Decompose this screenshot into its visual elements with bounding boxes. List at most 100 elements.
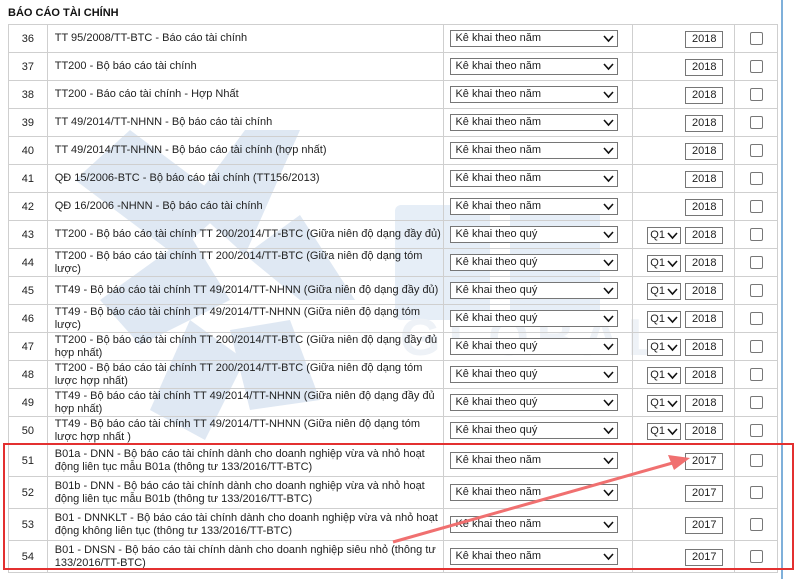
- row-number: 48: [8, 360, 48, 389]
- year-input[interactable]: 2017: [685, 452, 724, 470]
- period-type-select[interactable]: Kê khai theo năm: [450, 114, 619, 131]
- row-number: 53: [8, 508, 48, 541]
- report-name: B01 - DNNKLT - Bộ báo cáo tài chính dành…: [46, 508, 445, 541]
- row-number: 45: [8, 276, 48, 305]
- period-type-select[interactable]: Kê khai theo quý: [450, 226, 619, 243]
- row-number: 47: [8, 332, 48, 361]
- period-type-select[interactable]: Kê khai theo quý: [450, 422, 619, 439]
- year-input[interactable]: 2018: [685, 198, 724, 216]
- quarter-select[interactable]: Q1: [647, 310, 682, 328]
- select-checkbox[interactable]: [749, 116, 763, 129]
- table-row: 37 TT200 - Bộ báo cáo tài chính Kê khai …: [8, 52, 778, 81]
- period-type-value: Kê khai theo năm: [455, 88, 542, 100]
- report-name: TT49 - Bộ báo cáo tài chính TT 49/2014/T…: [46, 276, 445, 305]
- year-input[interactable]: 2018: [685, 114, 724, 132]
- year-input[interactable]: 2017: [685, 516, 724, 534]
- year-input[interactable]: 2018: [685, 170, 724, 188]
- year-input[interactable]: 2017: [685, 548, 724, 566]
- select-checkbox[interactable]: [749, 284, 763, 297]
- quarter-select[interactable]: Q1: [647, 422, 682, 440]
- select-checkbox[interactable]: [749, 396, 763, 409]
- period-type-select[interactable]: Kê khai theo quý: [450, 310, 619, 327]
- year-input[interactable]: 2017: [685, 484, 724, 502]
- select-checkbox[interactable]: [749, 454, 763, 467]
- period-type-value: Kê khai theo năm: [455, 550, 542, 562]
- select-checkbox[interactable]: [749, 228, 763, 241]
- chevron-down-icon: [667, 315, 678, 323]
- year-input[interactable]: 2018: [685, 142, 724, 160]
- chevron-down-icon: [667, 343, 678, 351]
- quarter-value: Q1: [650, 368, 665, 381]
- year-input[interactable]: 2018: [685, 282, 724, 300]
- period-type-select[interactable]: Kê khai theo quý: [450, 338, 619, 355]
- quarter-select[interactable]: Q1: [647, 282, 682, 300]
- period-type-select[interactable]: Kê khai theo quý: [450, 254, 619, 271]
- select-checkbox[interactable]: [749, 518, 763, 531]
- period-type-select[interactable]: Kê khai theo năm: [450, 516, 619, 533]
- chevron-down-icon: [667, 231, 678, 239]
- period-type-select[interactable]: Kê khai theo năm: [450, 86, 619, 103]
- year-input[interactable]: 2018: [685, 366, 724, 384]
- year-input[interactable]: 2018: [685, 254, 724, 272]
- select-checkbox[interactable]: [749, 60, 763, 73]
- table-row: 39 TT 49/2014/TT-NHNN - Bộ báo cáo tài c…: [8, 108, 778, 137]
- select-checkbox[interactable]: [749, 200, 763, 213]
- period-type-select[interactable]: Kê khai theo năm: [450, 484, 619, 501]
- section-title: BÁO CÁO TÀI CHÍNH: [8, 7, 119, 19]
- table-row: 50 TT49 - Bộ báo cáo tài chính TT 49/201…: [8, 416, 778, 445]
- report-name: TT49 - Bộ báo cáo tài chính TT 49/2014/T…: [46, 388, 445, 417]
- period-type-select[interactable]: Kê khai theo quý: [450, 282, 619, 299]
- quarter-select[interactable]: Q1: [647, 338, 682, 356]
- chevron-down-icon: [603, 399, 615, 407]
- select-checkbox[interactable]: [749, 486, 763, 499]
- chevron-down-icon: [603, 287, 615, 295]
- chevron-down-icon: [667, 427, 678, 435]
- period-type-select[interactable]: Kê khai theo quý: [450, 366, 619, 383]
- report-table: 36 TT 95/2008/TT-BTC - Báo cáo tài chính…: [8, 24, 778, 573]
- year-input[interactable]: 2018: [685, 226, 724, 244]
- select-checkbox[interactable]: [749, 340, 763, 353]
- select-checkbox[interactable]: [749, 88, 763, 101]
- period-type-select[interactable]: Kê khai theo quý: [450, 394, 619, 411]
- period-type-select[interactable]: Kê khai theo năm: [450, 198, 619, 215]
- period-type-select[interactable]: Kê khai theo năm: [450, 58, 619, 75]
- report-name: TT49 - Bộ báo cáo tài chính TT 49/2014/T…: [46, 304, 445, 333]
- year-input[interactable]: 2018: [685, 86, 724, 104]
- quarter-select[interactable]: Q1: [647, 394, 682, 412]
- select-checkbox[interactable]: [749, 32, 763, 45]
- chevron-down-icon: [603, 63, 615, 71]
- period-type-value: Kê khai theo quý: [455, 340, 538, 352]
- year-input[interactable]: 2018: [685, 58, 724, 76]
- table-row: 47 TT200 - Bộ báo cáo tài chính TT 200/2…: [8, 332, 778, 361]
- select-checkbox[interactable]: [749, 144, 763, 157]
- panel-border: [781, 0, 783, 579]
- quarter-select[interactable]: Q1: [647, 226, 682, 244]
- select-checkbox[interactable]: [749, 312, 763, 325]
- year-input[interactable]: 2018: [685, 338, 724, 356]
- select-checkbox[interactable]: [749, 424, 763, 437]
- period-type-select[interactable]: Kê khai theo năm: [450, 548, 619, 565]
- period-type-select[interactable]: Kê khai theo năm: [450, 452, 619, 469]
- select-checkbox[interactable]: [749, 172, 763, 185]
- period-type-select[interactable]: Kê khai theo năm: [450, 30, 619, 47]
- table-row: 46 TT49 - Bộ báo cáo tài chính TT 49/201…: [8, 304, 778, 333]
- chevron-down-icon: [667, 287, 678, 295]
- quarter-select[interactable]: Q1: [647, 366, 682, 384]
- chevron-down-icon: [603, 119, 615, 127]
- quarter-select[interactable]: Q1: [647, 254, 682, 272]
- report-name: TT200 - Báo cáo tài chính - Hợp Nhất: [46, 80, 445, 109]
- year-input[interactable]: 2018: [685, 310, 724, 328]
- year-input[interactable]: 2018: [685, 394, 724, 412]
- year-input[interactable]: 2018: [685, 30, 724, 48]
- period-type-select[interactable]: Kê khai theo năm: [450, 170, 619, 187]
- select-checkbox[interactable]: [749, 256, 763, 269]
- table-row: 42 QĐ 16/2006 -NHNN - Bộ báo cáo tài chí…: [8, 192, 778, 221]
- period-type-select[interactable]: Kê khai theo năm: [450, 142, 619, 159]
- year-input[interactable]: 2018: [685, 422, 724, 440]
- select-checkbox[interactable]: [749, 368, 763, 381]
- table-row: 38 TT200 - Báo cáo tài chính - Hợp Nhất …: [8, 80, 778, 109]
- row-number: 51: [8, 444, 48, 477]
- select-checkbox[interactable]: [749, 550, 763, 563]
- table-row: 41 QĐ 15/2006-BTC - Bộ báo cáo tài chính…: [8, 164, 778, 193]
- report-name: QĐ 15/2006-BTC - Bộ báo cáo tài chính (T…: [46, 164, 445, 193]
